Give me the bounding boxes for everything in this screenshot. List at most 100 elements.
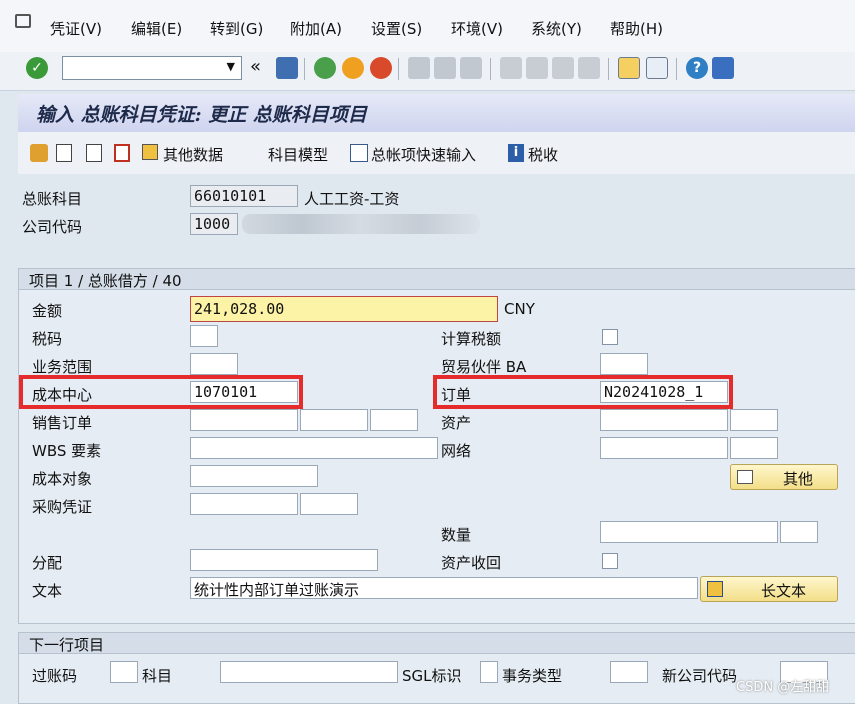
cost-center-highlight xyxy=(19,375,303,409)
amount-field[interactable]: 241,028.00 xyxy=(190,296,498,322)
menu-voucher[interactable]: 凭证(V) xyxy=(50,18,102,39)
order-highlight xyxy=(433,375,733,409)
menu-edit[interactable]: 编辑(E) xyxy=(131,18,182,39)
back-icon[interactable] xyxy=(314,57,336,79)
asset-subnumber-field[interactable] xyxy=(730,409,778,431)
currency-label: CNY xyxy=(504,300,535,318)
toolbar-separator xyxy=(676,58,677,80)
purchase-doc-field[interactable] xyxy=(190,493,298,515)
asset-retire-checkbox[interactable] xyxy=(602,553,618,569)
transaction-type-label: 事务类型 xyxy=(502,667,563,685)
network-field[interactable] xyxy=(600,437,728,459)
asset-field[interactable] xyxy=(600,409,728,431)
tax-code-label: 税码 xyxy=(32,330,63,348)
more-data-icon[interactable] xyxy=(142,144,158,160)
account-field[interactable] xyxy=(220,661,398,683)
menu-goto[interactable]: 转到(G) xyxy=(210,18,263,39)
company-code-field: 1000 xyxy=(190,213,238,235)
cost-object-field[interactable] xyxy=(190,465,318,487)
toolbar-separator xyxy=(608,58,609,80)
sgl-field[interactable] xyxy=(480,661,498,683)
watermark: CSDN @左甜甜 xyxy=(736,680,830,695)
info-icon[interactable]: i xyxy=(508,144,524,162)
copy-item-icon[interactable] xyxy=(114,144,130,162)
quantity-unit-field[interactable] xyxy=(780,521,818,543)
assignment-field[interactable] xyxy=(190,549,378,571)
sgl-label: SGL标识 xyxy=(402,667,462,685)
next-item-title: 下一行项目 xyxy=(29,636,105,654)
more-button-label: 其他 xyxy=(783,470,814,488)
toolbar-separator xyxy=(398,58,399,80)
more-data-button[interactable]: 其他数据 xyxy=(163,144,223,165)
more-icon xyxy=(737,470,753,484)
fast-entry-icon[interactable] xyxy=(350,144,368,162)
sales-order-item-field[interactable] xyxy=(300,409,368,431)
menu-bar: 凭证(V) 编辑(E) 转到(G) 附加(A) 设置(S) 环境(V) 系统(Y… xyxy=(0,0,855,53)
tax-code-field[interactable] xyxy=(190,325,218,347)
transaction-type-field[interactable] xyxy=(610,661,648,683)
item-section-title: 项目 1 / 总账借方 / 40 xyxy=(29,272,182,290)
gl-account-label: 总账科目 xyxy=(22,190,83,208)
layout-menu-icon[interactable] xyxy=(712,57,734,79)
long-text-button[interactable]: 长文本 xyxy=(700,576,838,602)
more-button[interactable]: 其他 xyxy=(730,464,838,490)
page-title: 输入 总账科目凭证: 更正 总账科目项目 xyxy=(36,104,367,126)
long-text-icon xyxy=(707,581,723,597)
window-menu-icon[interactable] xyxy=(15,14,31,28)
account-model-button[interactable]: 科目模型 xyxy=(268,144,328,165)
sales-order-schedule-field[interactable] xyxy=(370,409,418,431)
cost-object-label: 成本对象 xyxy=(32,470,93,488)
company-code-label: 公司代码 xyxy=(22,218,83,236)
long-text-button-label: 长文本 xyxy=(761,582,807,600)
application-toolbar: 其他数据 科目模型 总帐项快速输入 i 税收 xyxy=(18,132,855,174)
business-area-field[interactable] xyxy=(190,353,238,375)
text-field[interactable]: 统计性内部订单过账演示 xyxy=(190,577,698,599)
purchase-doc-item-field[interactable] xyxy=(300,493,358,515)
menu-help[interactable]: 帮助(H) xyxy=(610,18,663,39)
previous-item-icon[interactable] xyxy=(56,144,72,162)
posting-key-field[interactable] xyxy=(110,661,138,683)
last-page-icon xyxy=(578,57,600,79)
text-label: 文本 xyxy=(32,582,63,600)
business-area-label: 业务范围 xyxy=(32,358,93,376)
help-icon[interactable]: ? xyxy=(686,57,708,79)
menu-extras[interactable]: 附加(A) xyxy=(290,18,342,39)
next-item-header: 下一行项目 xyxy=(19,633,855,654)
previous-page-icon xyxy=(526,57,548,79)
toolbar-separator xyxy=(304,58,305,80)
tax-button[interactable]: 税收 xyxy=(528,144,558,165)
wbs-field[interactable] xyxy=(190,437,438,459)
purchase-doc-label: 采购凭证 xyxy=(32,498,93,516)
calc-tax-checkbox[interactable] xyxy=(602,329,618,345)
sales-order-field[interactable] xyxy=(190,409,298,431)
menu-system[interactable]: 系统(Y) xyxy=(531,18,582,39)
network-activity-field[interactable] xyxy=(730,437,778,459)
calc-tax-label: 计算税额 xyxy=(441,330,502,348)
enter-check-icon[interactable]: ✓ xyxy=(26,57,48,79)
next-item-icon[interactable] xyxy=(86,144,102,162)
overview-icon[interactable] xyxy=(30,144,48,162)
collapse-icon[interactable]: « xyxy=(250,56,261,77)
menu-environment[interactable]: 环境(V) xyxy=(451,18,503,39)
posting-key-label: 过账码 xyxy=(32,667,78,685)
first-page-icon xyxy=(500,57,522,79)
shortcut-icon[interactable] xyxy=(646,57,668,79)
fast-entry-button[interactable]: 总帐项快速输入 xyxy=(371,144,476,165)
network-label: 网络 xyxy=(441,442,472,460)
cancel-icon[interactable] xyxy=(370,57,392,79)
asset-retire-label: 资产收回 xyxy=(441,554,502,572)
dropdown-arrow-icon[interactable]: ▼ xyxy=(227,60,235,73)
wbs-label: WBS 要素 xyxy=(32,442,102,460)
trading-partner-field[interactable] xyxy=(600,353,648,375)
gl-account-field: 66010101 xyxy=(190,185,298,207)
find-icon xyxy=(434,57,456,79)
exit-icon[interactable] xyxy=(342,57,364,79)
print-icon xyxy=(408,57,430,79)
item-section-header: 项目 1 / 总账借方 / 40 xyxy=(19,269,855,290)
save-icon[interactable] xyxy=(276,57,298,79)
title-bar: 输入 总账科目凭证: 更正 总账科目项目 xyxy=(18,94,855,133)
command-field[interactable]: ▼ xyxy=(62,56,242,80)
menu-settings[interactable]: 设置(S) xyxy=(371,18,422,39)
quantity-field[interactable] xyxy=(600,521,778,543)
new-session-icon[interactable] xyxy=(618,57,640,79)
